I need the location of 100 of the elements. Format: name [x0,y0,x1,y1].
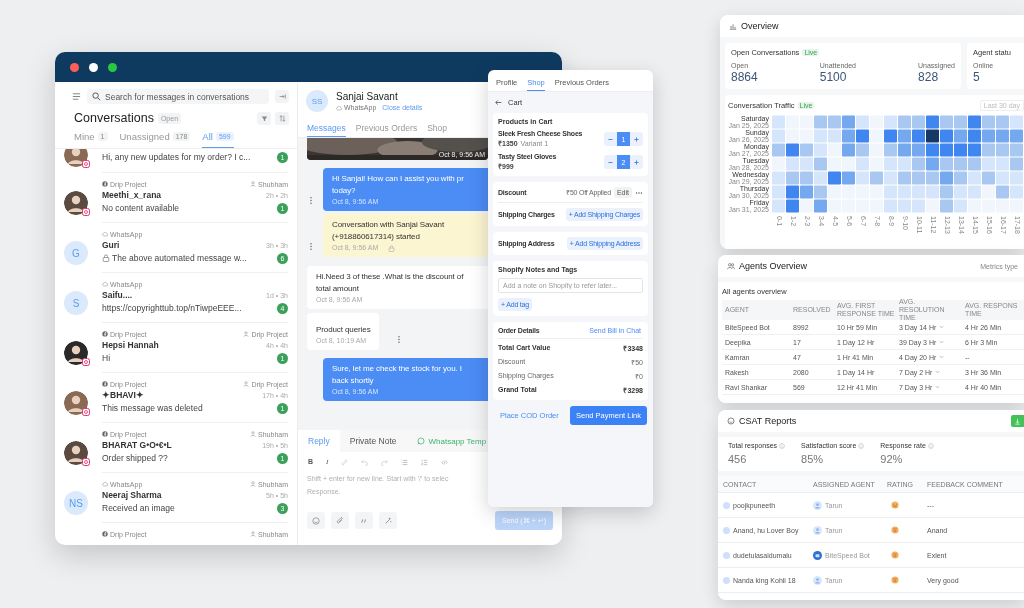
smiley-icon [312,516,320,525]
caret-icon[interactable] [939,325,945,329]
facebook-icon [102,531,108,537]
contact-name: ✦BHAVI✦ [102,389,144,401]
attach-button[interactable] [331,512,349,529]
cloud-icon [336,104,342,111]
cloud-icon [102,231,108,237]
info-icon[interactable] [858,442,865,449]
person-icon [250,181,257,187]
avatar: G [64,241,88,265]
instagram-badge-icon [82,358,90,366]
quote-icon [360,516,368,525]
instagram-badge-icon [82,208,90,216]
message-preview: Hi [102,352,111,365]
filter-button[interactable] [257,111,271,125]
message-preview: No content available [102,202,180,215]
chat-tab[interactable]: Previous Orders [355,123,418,137]
facebook-icon [102,181,108,187]
kebab-menu-icon[interactable] [309,196,313,205]
contact-avatar: SS [306,90,328,112]
code-icon[interactable] [441,458,449,466]
avatar [64,191,88,215]
stat-value: 85% [801,453,824,465]
message-preview: Hi, any new updates for my order? I c... [102,151,251,164]
paperclip-icon [336,516,344,525]
facebook-icon [102,381,108,387]
instagram-badge-icon [82,159,90,168]
message-text: Hi.Need 3 of these .What is the discount of total amount [316,271,464,295]
message-preview: This message was deleted [102,402,203,415]
message-text: Hi Sanjai! How can I assist you with pr today? [332,173,464,197]
numbered-list-icon[interactable] [421,458,429,466]
redo-icon[interactable] [381,458,389,466]
avatar [64,441,88,465]
chat-tab[interactable]: Messages [307,123,346,137]
stat-value: 5 [973,70,981,84]
kebab-menu-icon[interactable] [396,335,401,344]
message-text: Product queries [316,324,371,336]
quote-button[interactable] [355,512,373,529]
download-button[interactable] [1011,415,1024,427]
sort-button[interactable] [275,111,289,125]
caret-icon[interactable] [935,385,941,389]
minimize-dot[interactable] [89,62,98,72]
contact-avatar [723,551,730,559]
avatar [64,149,88,167]
person-icon [250,431,257,437]
cloud-icon [102,281,108,287]
contact-name: Neeraj Sharma [102,489,162,501]
undo-icon[interactable] [361,458,369,466]
download-icon [1014,417,1021,425]
emoji-button[interactable] [307,512,325,529]
composer-tab[interactable]: Reply [298,430,340,452]
info-icon[interactable] [927,442,934,449]
person-icon [250,531,257,537]
panel-title: Overview [741,21,779,31]
collapse-button[interactable] [275,90,289,103]
bullet-list-icon[interactable] [401,458,409,466]
lock-icon [388,244,396,252]
stat-value: 5100 [819,70,848,84]
composer-tab[interactable]: Private Note [339,430,407,452]
contact-avatar [723,576,730,584]
collapse-icon [278,93,286,100]
stat-value: 8864 [731,70,758,84]
caret-icon[interactable] [939,340,945,344]
magic-wand-icon [384,516,392,525]
contact-name: Guri [102,239,120,251]
menu-icon[interactable] [72,92,81,101]
facebook-icon [102,431,108,437]
whatsapp-icon [416,437,425,445]
info-icon[interactable] [779,442,786,449]
avatar [64,341,88,365]
facebook-icon [102,331,108,337]
link-icon[interactable] [341,458,349,466]
stat-value: 456 [728,453,747,465]
composer-tab[interactable]: Whatsapp Temp [406,430,487,452]
person-icon [250,481,257,487]
plus-icon[interactable] [633,158,640,166]
avatar [64,391,88,415]
message-preview: The above automated message w... [112,252,247,265]
search-icon [92,92,101,101]
contact-name: BHARAT G•O•€•L [102,439,172,451]
stat-value: 828 [918,70,940,84]
search-field[interactable]: Search for messages in conversations [87,89,269,104]
person-icon [243,381,250,387]
caret-icon[interactable] [939,355,945,359]
cloud-icon [102,481,108,487]
message-preview: Order shipped ?? [102,452,168,465]
close-dot[interactable] [70,62,79,72]
panel-title: CSAT Reports [739,416,797,426]
panel-title: Agents Overview [739,261,808,271]
maximize-dot[interactable] [108,62,117,72]
message-preview: https://copyrighttub.top/nTiwpeEEE... [102,302,242,315]
kebab-menu-icon[interactable] [309,242,313,251]
plus-icon[interactable] [633,135,640,143]
back-arrow-icon[interactable] [495,99,502,106]
avatar: S [64,291,88,315]
message-text: Conversation with Sanjai Savant (+918860617314) started [332,219,445,243]
magic-wand-button[interactable] [379,512,397,529]
chat-tab[interactable]: Shop [427,123,448,137]
caret-icon[interactable] [935,370,941,374]
people-icon [727,262,735,270]
